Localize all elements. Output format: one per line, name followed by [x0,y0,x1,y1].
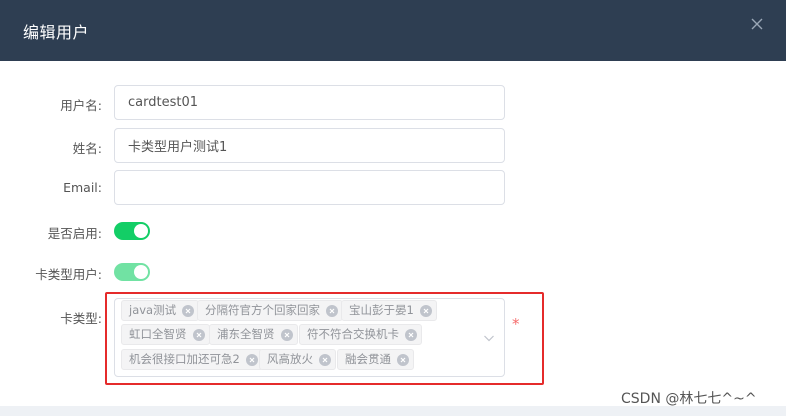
tag-close-button[interactable] [192,329,205,341]
tag-label: 符不符合交换机卡 [307,327,399,341]
close-icon [329,308,335,314]
card-user-label: 卡类型用户: [35,267,102,282]
required-mark: * [512,315,520,333]
watermark: CSDN @林七七^~^ [621,391,757,407]
edit-user-dialog: 编辑用户 用户名: 姓名: Email: 是否启用: 卡类型用户: 卡类型: j… [0,0,786,416]
tag-label: 机会很接口加还可急2 [129,352,240,366]
tag-label: 虹口全智贤 [129,327,187,341]
tag-close-button[interactable] [326,305,338,317]
email-label: Email: [63,180,102,195]
username-label: 用户名: [60,98,102,113]
tag-item: 浦东全智贤 [209,324,298,345]
tag-label: 浦东全智贤 [217,327,275,341]
tag-close-button[interactable] [405,329,417,341]
username-input[interactable] [114,85,505,120]
chevron-down-icon[interactable] [483,332,495,344]
close-icon [249,357,255,363]
close-icon [322,357,328,363]
tag-item: java测试 [121,300,200,321]
switch-knob [134,224,148,238]
dialog-title: 编辑用户 [23,23,90,42]
close-icon [400,357,406,363]
tag-item: 机会很接口加还可急2 [121,349,263,370]
tag-label: java测试 [129,303,177,317]
name-label: 姓名: [72,141,102,156]
tag-item: 风高放火 [259,349,336,370]
card-user-switch[interactable] [114,263,150,281]
close-icon [751,18,763,30]
close-icon [408,332,414,338]
tag-close-button[interactable] [280,329,293,341]
tag-label: 风高放火 [267,352,313,366]
close-icon [423,308,429,314]
card-type-label: 卡类型: [60,311,102,326]
switch-knob [134,265,148,279]
close-button[interactable] [747,14,767,34]
tag-label: 宝山彭于晏1 [349,303,414,317]
tag-item: 符不符合交换机卡 [299,324,422,345]
name-input[interactable] [114,128,505,163]
tag-item: 融会贯通 [337,349,414,370]
tag-label: 融会贯通 [345,352,391,366]
enabled-switch[interactable] [114,222,150,240]
close-icon [284,332,289,338]
tag-close-button[interactable] [397,354,409,366]
email-input[interactable] [114,170,505,205]
tag-close-button[interactable] [245,354,258,366]
tag-item: 虹口全智贤 [121,324,210,345]
tag-label: 分隔符官方个回家回家 [205,303,320,317]
tag-close-button[interactable] [319,354,331,366]
tag-close-button[interactable] [419,305,432,317]
close-icon [185,308,191,314]
tag-item: 宝山彭于晏1 [341,300,437,321]
tag-item: 分隔符官方个回家回家 [197,300,343,321]
close-icon [196,332,201,338]
enabled-label: 是否启用: [47,226,102,241]
dialog-header: 编辑用户 [0,0,786,61]
tag-close-button[interactable] [182,305,195,317]
